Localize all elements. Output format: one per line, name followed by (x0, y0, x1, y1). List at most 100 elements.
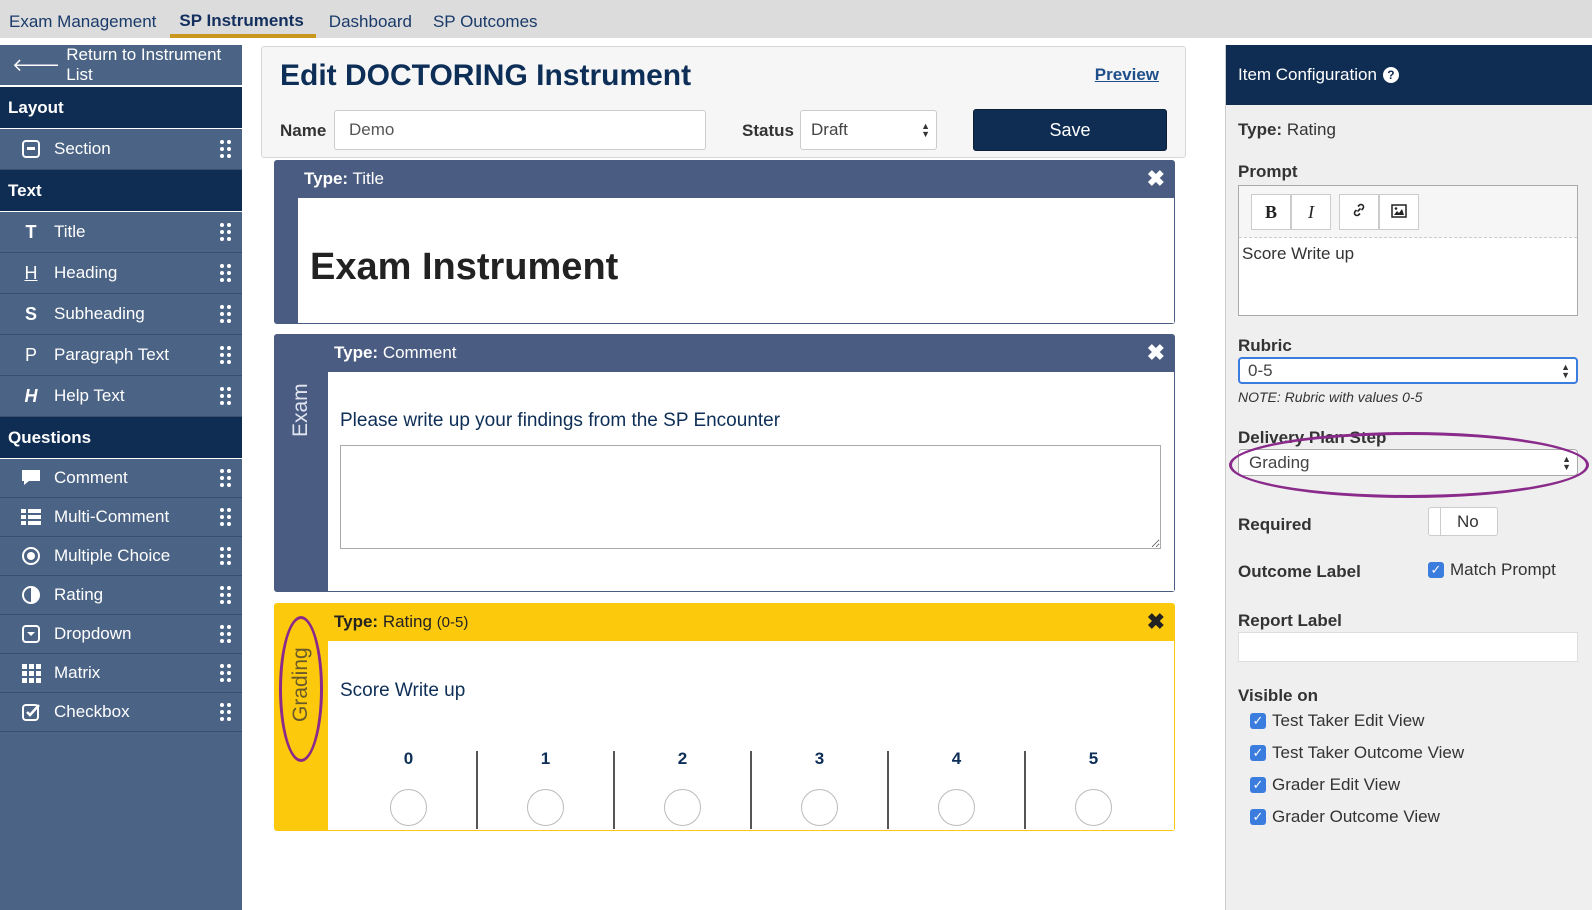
name-input[interactable] (334, 110, 706, 150)
sidebar-item-label: Comment (54, 468, 128, 487)
rating-option-5[interactable]: 5 (1025, 749, 1162, 829)
type-value: Rating (382, 612, 432, 631)
sidebar-item-label: Dropdown (54, 624, 132, 643)
rating-radio[interactable] (1075, 789, 1112, 826)
sidebar-item-section[interactable]: Section (0, 129, 242, 170)
title-t-icon: T (25, 221, 37, 242)
checkbox-checked-icon: ✓ (1250, 809, 1266, 825)
image-button[interactable] (1379, 194, 1419, 230)
prompt-toolbar: B I (1239, 186, 1577, 238)
close-icon[interactable]: ✖ (1147, 340, 1165, 366)
drag-handle-icon[interactable] (220, 469, 232, 487)
bold-button[interactable]: B (1251, 194, 1291, 230)
sidebar-item-title[interactable]: T Title (0, 212, 242, 253)
match-prompt-checkbox[interactable]: ✓ Match Prompt (1428, 560, 1556, 580)
title-item-card[interactable]: Type: Title ✖ Exam Instrument (274, 160, 1175, 324)
sidebar-item-checkbox[interactable]: Checkbox (0, 693, 242, 732)
sidebar-item-subheading[interactable]: S Subheading (0, 294, 242, 335)
rating-radio[interactable] (527, 789, 564, 826)
tab-sp-instruments[interactable]: SP Instruments (170, 0, 316, 38)
section-label-grading: Grading (289, 647, 312, 722)
status-label: Status (742, 121, 794, 140)
tab-sp-outcomes[interactable]: SP Outcomes (424, 0, 550, 38)
rating-option-4[interactable]: 4 (888, 749, 1025, 829)
preview-link[interactable]: Preview (1095, 65, 1159, 85)
rating-option-1[interactable]: 1 (477, 749, 614, 829)
card-body: Please write up your findings from the S… (328, 372, 1174, 591)
drag-handle-icon[interactable] (220, 387, 232, 405)
required-toggle[interactable]: No (1428, 507, 1498, 536)
list-icon (20, 508, 42, 526)
visible-test-taker-edit-checkbox[interactable]: ✓ Test Taker Edit View (1250, 711, 1424, 731)
help-icon[interactable]: ? (1382, 67, 1399, 83)
comment-textarea[interactable] (340, 445, 1161, 549)
drag-handle-icon[interactable] (220, 140, 232, 158)
visible-grader-outcome-checkbox[interactable]: ✓ Grader Outcome View (1250, 807, 1440, 827)
rating-value: 3 (814, 749, 825, 768)
close-icon[interactable]: ✖ (1147, 166, 1165, 192)
page-title: Edit DOCTORING Instrument (280, 59, 692, 92)
card-header: Type: Rating (0-5) (328, 603, 1175, 641)
save-button[interactable]: Save (973, 109, 1167, 151)
tab-dashboard[interactable]: Dashboard (320, 0, 424, 38)
rubric-select[interactable]: 0-5 ▲ ▼ (1238, 357, 1578, 384)
sidebar-item-rating[interactable]: Rating (0, 576, 242, 615)
sidebar-item-matrix[interactable]: Matrix (0, 654, 242, 693)
type-value: Title (352, 169, 385, 188)
drag-handle-icon[interactable] (220, 625, 232, 643)
rating-radio[interactable] (390, 789, 427, 826)
drag-handle-icon[interactable] (220, 508, 232, 526)
drag-handle-icon[interactable] (220, 547, 232, 565)
italic-button[interactable]: I (1291, 194, 1331, 230)
rating-radio[interactable] (664, 789, 701, 826)
prompt-value[interactable]: Score Write up (1242, 244, 1354, 264)
sidebar-item-dropdown[interactable]: Dropdown (0, 615, 242, 654)
drag-handle-icon[interactable] (220, 223, 232, 241)
rating-radio[interactable] (938, 789, 975, 826)
config-type-value: Rating (1286, 120, 1336, 139)
sidebar-section-layout: Layout (0, 87, 242, 129)
visible-test-taker-outcome-checkbox[interactable]: ✓ Test Taker Outcome View (1250, 743, 1464, 763)
help-text-h-icon: H (24, 385, 38, 406)
drag-handle-icon[interactable] (220, 264, 232, 282)
sidebar-item-comment[interactable]: Comment (0, 459, 242, 498)
rating-option-3[interactable]: 3 (751, 749, 888, 829)
rating-option-0[interactable]: 0 (340, 749, 477, 829)
dropdown-icon (20, 624, 42, 644)
toggle-knob (1429, 508, 1441, 535)
rating-item-card[interactable]: Grading Type: Rating (0-5) ✖ Score Write… (274, 603, 1175, 831)
drag-handle-icon[interactable] (220, 346, 232, 364)
tab-exam-management[interactable]: Exam Management (0, 0, 168, 38)
checkbox-checked-icon: ✓ (1428, 562, 1444, 578)
report-label-input[interactable] (1238, 632, 1578, 662)
sidebar-item-multi-comment[interactable]: Multi-Comment (0, 498, 242, 537)
status-select[interactable]: Draft ▲ ▼ (800, 110, 937, 150)
link-button[interactable] (1339, 194, 1379, 230)
drag-handle-icon[interactable] (220, 703, 232, 721)
drag-handle-icon[interactable] (220, 305, 232, 323)
prompt-label: Prompt (1238, 162, 1298, 181)
sidebar-item-label: Checkbox (54, 702, 130, 721)
rating-option-2[interactable]: 2 (614, 749, 751, 829)
sidebar-item-paragraph-text[interactable]: P Paragraph Text (0, 335, 242, 376)
required-label: Required (1238, 515, 1312, 534)
sidebar-item-heading[interactable]: H Heading (0, 253, 242, 294)
main-editor: Edit DOCTORING Instrument Preview Name S… (242, 38, 1225, 910)
rating-value: 1 (540, 749, 551, 768)
sidebar-item-label: Heading (54, 263, 118, 282)
comment-item-card[interactable]: Exam Type: Comment ✖ Please write up you… (274, 334, 1175, 592)
image-icon (1391, 202, 1407, 223)
drag-handle-icon[interactable] (220, 664, 232, 682)
drag-handle-icon[interactable] (220, 586, 232, 604)
visible-grader-edit-checkbox[interactable]: ✓ Grader Edit View (1250, 775, 1400, 795)
visible-option-label: Grader Outcome View (1272, 807, 1440, 826)
visible-option-label: Grader Edit View (1272, 775, 1401, 794)
sidebar-item-multiple-choice[interactable]: Multiple Choice (0, 537, 242, 576)
arrow-left-icon: 🡐 (12, 54, 61, 75)
close-icon[interactable]: ✖ (1147, 609, 1165, 635)
rating-value: 0 (403, 749, 414, 768)
item-configuration-panel: Item Configuration ? Type: Rating Prompt… (1225, 45, 1592, 910)
sidebar-item-help-text[interactable]: H Help Text (0, 376, 242, 417)
rating-radio[interactable] (801, 789, 838, 826)
return-to-list-button[interactable]: 🡐 Return to Instrument List (0, 45, 242, 87)
